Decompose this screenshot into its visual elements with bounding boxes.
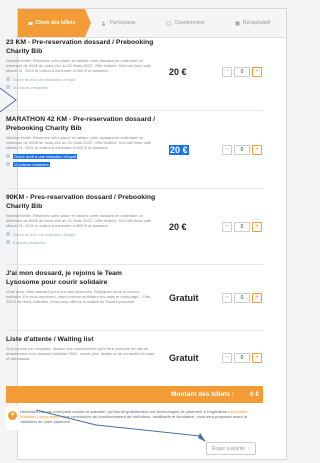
decrement-button[interactable]: − [222, 67, 232, 77]
ticket-icon [28, 21, 33, 25]
tag-icon [6, 154, 10, 159]
card-icon [166, 21, 172, 25]
people-icon [6, 85, 10, 90]
total-bar: Montant des billets : 0 € [6, 386, 263, 403]
ticket-price: Gratuit [169, 292, 199, 303]
ticket-price: 20 € [169, 144, 189, 155]
user-icon [102, 21, 106, 25]
tax-note: Ouvre droit à une réduction d'impôt [6, 77, 156, 82]
quantity-input[interactable]: 0 [234, 292, 250, 303]
tab-label: Participants [109, 20, 136, 26]
increment-button[interactable]: + [252, 144, 262, 155]
people-icon [6, 162, 10, 167]
list-icon [235, 21, 240, 25]
tab-summary[interactable]: Récapitulatif [219, 9, 286, 37]
ticket-title: 23 KM - Pre-reservation dossard / Preboo… [6, 39, 154, 55]
ticket-title: MARATHON 42 KM - Pre-reservation dossard… [6, 116, 156, 132]
tab-label: Récapitulatif [242, 20, 271, 26]
quantity-stepper: − 0 + [222, 265, 262, 330]
heart-icon: ♥ [8, 411, 17, 420]
increment-button[interactable]: + [252, 353, 262, 363]
next-step-label: Étape suivante [212, 445, 246, 452]
quantity-stepper: − 0 + [222, 111, 262, 188]
ticket-price: Gratuit [169, 353, 199, 363]
chevron-right-icon: › [248, 445, 250, 452]
tab-ticket-choice[interactable]: Choix des billets [18, 9, 91, 37]
tag-icon [6, 232, 10, 237]
tax-note: Ouvre droit à une réduction d'impôt [6, 153, 156, 159]
decrement-button[interactable]: − [222, 353, 232, 363]
ticket-item: J'ai mon dossard, je rejoins le Team Lys… [6, 265, 263, 331]
remaining-places: 6 places restantes [6, 240, 156, 245]
helloasso-info: ♥ HelloAsso est une entreprise sociale e… [6, 406, 263, 430]
increment-button[interactable]: + [252, 221, 262, 232]
quantity-stepper: − 0 + [222, 34, 262, 110]
ticket-title: 90KM - Pres-reservation dossard / Preboo… [6, 194, 156, 210]
ticket-item: 23 KM - Pre-reservation dossard / Preboo… [6, 34, 263, 111]
total-value: 0 € [249, 391, 259, 398]
quantity-stepper: − 0 + [222, 331, 262, 385]
quantity-stepper: − 0 + [222, 189, 262, 264]
tab-label: Choix des billets [35, 20, 76, 26]
increment-button[interactable]: + [252, 67, 262, 77]
remaining-places: 10 places restantes [6, 161, 156, 167]
ticket-description: Vous avez votre dossard pour une des épr… [6, 289, 151, 305]
quantity-input[interactable]: 0 [234, 144, 250, 155]
ticket-description: Nombre limité. Réservez votre place et v… [6, 135, 151, 151]
increment-button[interactable]: + [252, 292, 262, 303]
ticket-title: J'ai mon dossard, je rejoins le Team Lys… [6, 270, 122, 286]
ticket-title: Liste d'attente / Waiting list [6, 336, 94, 343]
ticket-item: 90KM - Pres-reservation dossard / Preboo… [6, 189, 263, 265]
ticket-item: MARATHON 42 KM - Pre-reservation dossard… [6, 111, 263, 189]
ticket-item: Liste d'attente / Waiting list Si la cou… [6, 331, 263, 385]
tag-icon [6, 77, 10, 82]
quantity-input[interactable]: 0 [234, 353, 250, 363]
quantity-input[interactable]: 0 [234, 67, 250, 77]
ticket-description: Nombre limité. Réservez votre place et v… [6, 213, 151, 229]
tab-label: Coordonnées [174, 20, 205, 26]
ticket-price: 20 € [169, 221, 187, 232]
ticket-price: 20 € [169, 67, 187, 77]
next-step-button[interactable]: Étape suivante › [206, 442, 256, 455]
decrement-button[interactable]: − [222, 221, 232, 232]
ticket-list: 23 KM - Pre-reservation dossard / Preboo… [6, 34, 263, 385]
ticket-description: Nombre limité. Réservez votre place et v… [6, 58, 151, 74]
tax-note: Ouvre droit à une réduction d'impôt [6, 232, 156, 237]
remaining-places: 10 places restantes [6, 85, 156, 90]
decrement-button[interactable]: − [222, 292, 232, 303]
tab-coordinates[interactable]: Coordonnées [152, 9, 219, 37]
total-label: Montant des billets : [171, 391, 234, 398]
ticket-description: Si la course est complète, laissez vos c… [6, 346, 155, 362]
decrement-button[interactable]: − [222, 144, 232, 155]
people-icon [6, 240, 10, 245]
tab-participants[interactable]: Participants [85, 9, 152, 37]
quantity-input[interactable]: 0 [234, 221, 250, 232]
